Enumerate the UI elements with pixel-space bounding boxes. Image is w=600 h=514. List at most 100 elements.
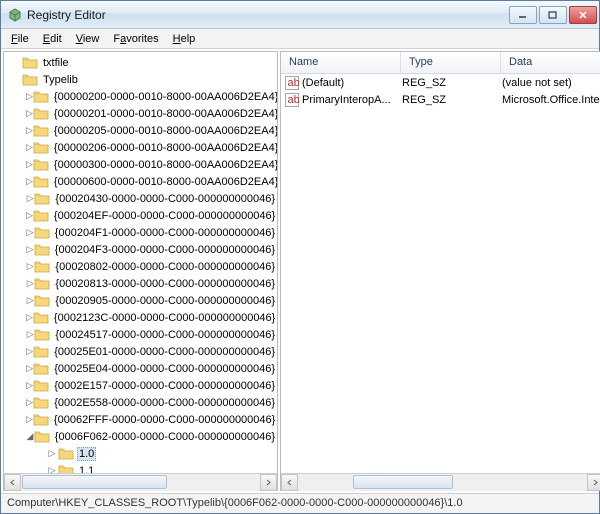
- col-name[interactable]: Name: [281, 52, 401, 73]
- tree-item[interactable]: ▷ {00000205-0000-0010-8000-00AA006D2EA4}: [8, 122, 277, 139]
- tree-item[interactable]: ▷{0002E558-0000-0000-C000-000000000046}: [8, 394, 277, 411]
- expand-twisty-icon[interactable]: ▷: [26, 329, 34, 340]
- expand-twisty-icon[interactable]: ▷: [26, 244, 34, 255]
- cell-data: Microsoft.Office.Inte: [502, 94, 600, 106]
- tree-item[interactable]: ▷{00062FFF-0000-0000-C000-000000000046}: [8, 411, 277, 428]
- tree-item[interactable]: ▷{00020905-0000-0000-C000-000000000046}: [8, 292, 277, 309]
- menu-help[interactable]: Help: [167, 31, 202, 47]
- tree-item[interactable]: ▷ {00020813-0000-0000-C000-000000000046}: [8, 275, 277, 292]
- tree-item[interactable]: ▷ 1.0: [8, 445, 277, 462]
- expand-twisty-icon[interactable]: ◢: [26, 431, 34, 442]
- tree-item[interactable]: txtfile: [8, 54, 277, 71]
- tree-item-label: {00000205-0000-0010-8000-00AA006D2EA4}: [52, 125, 277, 137]
- menubar: File Edit View Favorites Help: [1, 29, 599, 49]
- tree-item[interactable]: ▷ {00000201-0000-0010-8000-00AA006D2EA4}: [8, 105, 277, 122]
- tree-item[interactable]: ▷ {00025E04-0000-0000-C000-000000000046}: [8, 360, 277, 377]
- expand-twisty-icon[interactable]: ▷: [26, 295, 34, 306]
- folder-icon: [33, 107, 49, 121]
- cell-type: REG_SZ: [402, 94, 502, 106]
- tree-item[interactable]: ▷{00025E01-0000-0000-C000-000000000046}: [8, 343, 277, 360]
- menu-view[interactable]: View: [70, 31, 106, 47]
- expand-twisty-icon[interactable]: ▷: [26, 227, 34, 238]
- tree-item[interactable]: ▷{00020430-0000-0000-C000-000000000046}: [8, 190, 277, 207]
- cell-name: PrimaryInteropA...: [302, 94, 402, 106]
- scroll-thumb[interactable]: [22, 475, 167, 489]
- expand-twisty-icon[interactable]: ▷: [26, 414, 33, 425]
- tree-item[interactable]: ▷{00024517-0000-0000-C000-000000000046}: [8, 326, 277, 343]
- tree-item[interactable]: ▷{00000200-0000-0010-8000-00AA006D2EA4}: [8, 88, 277, 105]
- tree-item[interactable]: ▷ {00000600-0000-0010-8000-00AA006D2EA4}: [8, 173, 277, 190]
- value-row[interactable]: (Default)REG_SZ(value not set): [281, 74, 600, 91]
- string-value-icon: [285, 93, 299, 107]
- expand-twisty-icon[interactable]: ▷: [26, 380, 33, 391]
- tree-item[interactable]: ▷{000204F3-0000-0000-C000-000000000046}: [8, 241, 277, 258]
- expand-twisty-icon[interactable]: ▷: [26, 278, 34, 289]
- scroll-left-arrow[interactable]: [281, 474, 298, 491]
- scroll-right-arrow[interactable]: [260, 474, 277, 491]
- tree-item-label: Typelib: [41, 74, 80, 86]
- tree-item-label: {00020813-0000-0000-C000-000000000046}: [53, 278, 277, 290]
- expand-twisty-icon[interactable]: ▷: [26, 193, 34, 204]
- folder-icon: [58, 447, 74, 461]
- app-icon: [7, 7, 23, 23]
- tree-item-label: 1.0: [77, 447, 96, 461]
- scroll-thumb[interactable]: [353, 475, 453, 489]
- expand-twisty-icon[interactable]: ▷: [26, 125, 33, 136]
- expand-twisty-icon[interactable]: ▷: [26, 363, 33, 374]
- cell-data: (value not set): [502, 77, 600, 89]
- minimize-button[interactable]: [509, 6, 537, 24]
- expand-twisty-icon[interactable]: ▷: [26, 142, 33, 153]
- expand-twisty-icon[interactable]: ▷: [46, 448, 58, 459]
- menu-file[interactable]: File: [5, 31, 35, 47]
- cell-type: REG_SZ: [402, 77, 502, 89]
- expand-twisty-icon[interactable]: ▷: [26, 261, 34, 272]
- titlebar[interactable]: Registry Editor: [1, 1, 599, 29]
- tree-item[interactable]: ▷{00020802-0000-0000-C000-000000000046}: [8, 258, 277, 275]
- tree-item[interactable]: ▷{000204EF-0000-0000-C000-000000000046}: [8, 207, 277, 224]
- folder-icon: [34, 328, 50, 342]
- registry-tree[interactable]: txtfile Typelib ▷{00000200-0000-0010-8000-…: [4, 52, 277, 473]
- expand-twisty-icon[interactable]: ▷: [26, 312, 33, 323]
- tree-item[interactable]: ▷{0002123C-0000-0000-C000-000000000046}: [8, 309, 277, 326]
- values-list[interactable]: (Default)REG_SZ(value not set)PrimaryInt…: [281, 74, 600, 473]
- folder-icon: [34, 430, 50, 444]
- tree-item[interactable]: ◢{0006F062-0000-0000-C000-000000000046}: [8, 428, 277, 445]
- tree-item-label: {00000600-0000-0010-8000-00AA006D2EA4}: [52, 176, 277, 188]
- tree-item[interactable]: ▷{00000206-0000-0010-8000-00AA006D2EA4}: [8, 139, 277, 156]
- cell-name: (Default): [302, 77, 402, 89]
- tree-item[interactable]: ▷1.1: [8, 462, 277, 473]
- tree-item-label: {00000201-0000-0010-8000-00AA006D2EA4}: [52, 108, 277, 120]
- folder-icon: [34, 192, 50, 206]
- tree-item-label: {00025E04-0000-0000-C000-000000000046}: [52, 363, 277, 375]
- menu-edit[interactable]: Edit: [37, 31, 68, 47]
- expand-twisty-icon[interactable]: ▷: [26, 346, 33, 357]
- expand-twisty-icon[interactable]: ▷: [26, 91, 33, 102]
- folder-icon: [33, 362, 49, 376]
- folder-icon: [33, 311, 49, 325]
- col-type[interactable]: Type: [401, 52, 501, 73]
- expand-twisty-icon[interactable]: ▷: [26, 176, 33, 187]
- tree-item[interactable]: ▷{0002E157-0000-0000-C000-000000000046}: [8, 377, 277, 394]
- menu-favorites[interactable]: Favorites: [107, 31, 164, 47]
- tree-item[interactable]: ▷{00000300-0000-0010-8000-00AA006D2EA4}: [8, 156, 277, 173]
- close-button[interactable]: [569, 6, 597, 24]
- scroll-right-arrow[interactable]: [587, 474, 600, 491]
- tree-item[interactable]: ▷{000204F1-0000-0000-C000-000000000046}: [8, 224, 277, 241]
- value-row[interactable]: PrimaryInteropA...REG_SZMicrosoft.Office…: [281, 91, 600, 108]
- expand-twisty-icon[interactable]: ▷: [26, 397, 33, 408]
- expand-twisty-icon[interactable]: ▷: [26, 159, 33, 170]
- expand-twisty-icon[interactable]: ▷: [26, 210, 33, 221]
- expand-twisty-icon[interactable]: ▷: [46, 465, 58, 473]
- scroll-left-arrow[interactable]: [4, 474, 21, 491]
- folder-icon: [33, 209, 49, 223]
- tree-pane: txtfile Typelib ▷{00000200-0000-0010-8000-…: [3, 51, 278, 491]
- tree-item[interactable]: Typelib: [8, 71, 277, 88]
- list-h-scrollbar[interactable]: [281, 473, 600, 490]
- maximize-button[interactable]: [539, 6, 567, 24]
- col-data[interactable]: Data: [501, 52, 600, 73]
- folder-icon: [34, 243, 50, 257]
- tree-h-scrollbar[interactable]: [4, 473, 277, 490]
- content-area: txtfile Typelib ▷{00000200-0000-0010-8000-…: [1, 49, 599, 493]
- expand-twisty-icon[interactable]: ▷: [26, 108, 33, 119]
- folder-icon: [22, 73, 38, 87]
